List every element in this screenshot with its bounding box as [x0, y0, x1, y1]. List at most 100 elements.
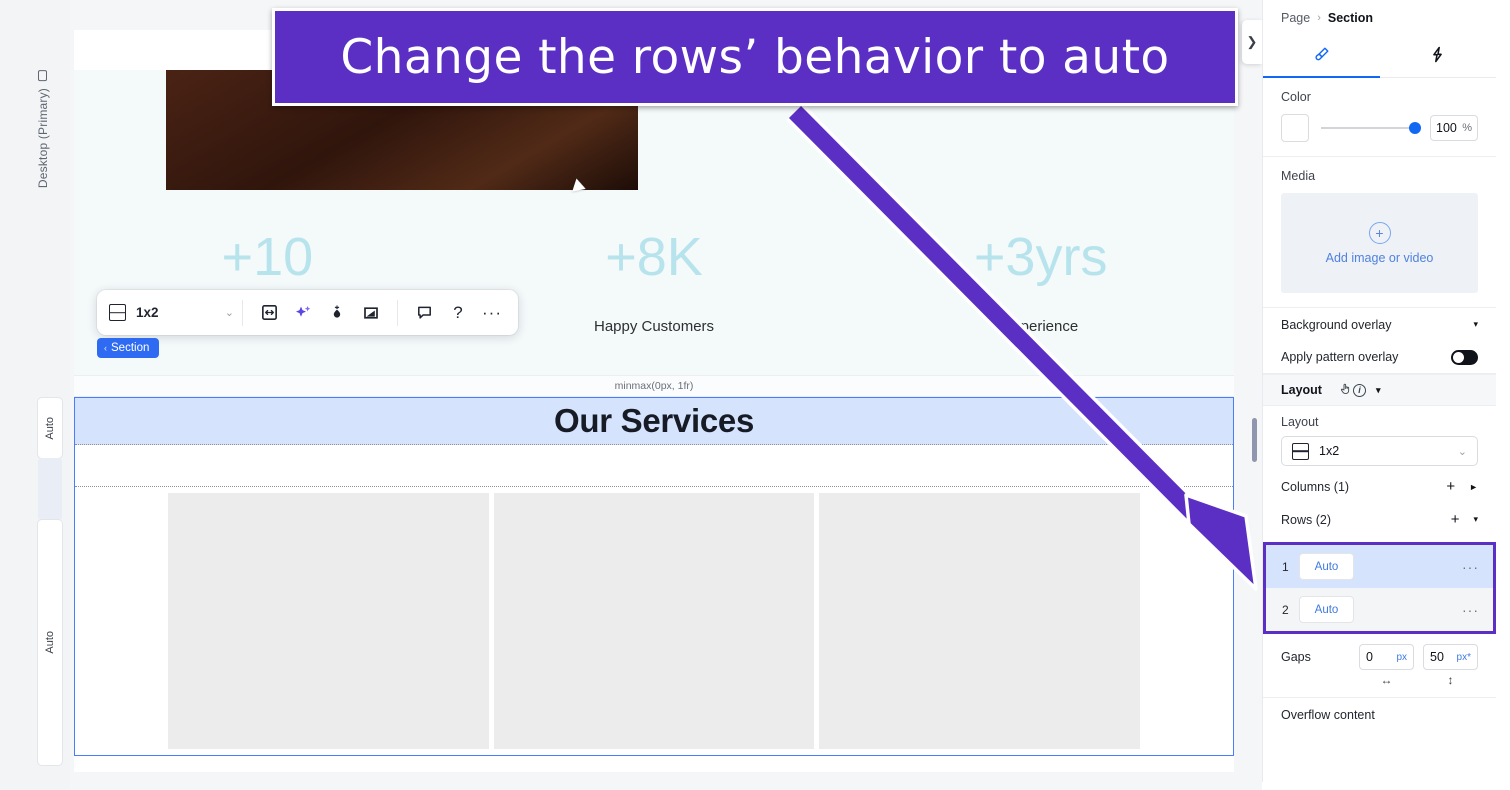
chevron-right-icon[interactable]: ►: [1469, 482, 1478, 492]
column-gap-unit: px: [1396, 651, 1407, 663]
breadcrumb-parent[interactable]: Page: [1281, 11, 1310, 25]
stat-value: +10: [221, 227, 314, 287]
page-preview[interactable]: +10 +8K Happy Customers +3yrs Experience…: [74, 30, 1234, 772]
layout-field-label: Layout: [1281, 415, 1319, 429]
left-rail: Desktop (Primary) Auto Auto: [0, 0, 70, 790]
canvas-stage[interactable]: +10 +8K Happy Customers +3yrs Experience…: [70, 0, 1262, 790]
cursor-pointer-icon: [572, 178, 588, 196]
row-item-1[interactable]: 1 Auto ···: [1266, 545, 1493, 588]
toolbar-tools-group[interactable]: [243, 290, 397, 335]
rows-list-highlighted[interactable]: 1 Auto ··· 2 Auto ···: [1263, 542, 1496, 634]
panel-tabs[interactable]: [1263, 36, 1496, 78]
column-gap-input[interactable]: 0 px: [1359, 644, 1414, 670]
service-card-placeholder[interactable]: [819, 493, 1141, 749]
page-footer-strip: [74, 756, 1234, 772]
row-size-input[interactable]: Auto: [1299, 553, 1354, 580]
chevron-down-icon[interactable]: ▾: [1376, 385, 1381, 396]
stat-value: +3yrs: [973, 227, 1108, 287]
row-index: 2: [1282, 602, 1289, 617]
resize-horizontal-icon[interactable]: [252, 290, 286, 335]
row-gap-input[interactable]: 50 px*: [1423, 644, 1478, 670]
opacity-input[interactable]: 100 %: [1430, 115, 1478, 141]
media-label: Media: [1281, 169, 1316, 183]
section-cards-row[interactable]: [75, 487, 1233, 755]
info-icon[interactable]: i: [1352, 383, 1366, 397]
section-heading-row[interactable]: Our Services: [75, 398, 1233, 445]
canvas-vertical-scrollbar[interactable]: [1252, 418, 1257, 462]
opacity-slider-knob[interactable]: [1409, 122, 1421, 134]
row-handle-1[interactable]: Auto: [38, 398, 62, 458]
help-icon[interactable]: ?: [441, 290, 475, 335]
chevron-right-icon[interactable]: ❯: [1242, 20, 1262, 64]
toolbar-layout-select[interactable]: 1x2 ⌄: [97, 304, 242, 321]
overflow-content-label: Overflow content: [1281, 708, 1375, 722]
toolbar-meta-group[interactable]: ? ···: [398, 290, 518, 335]
breadcrumb[interactable]: Page › Section: [1263, 0, 1496, 36]
color-picker-icon[interactable]: [320, 290, 354, 335]
corner-shape-icon[interactable]: [354, 290, 388, 335]
row-size-input[interactable]: Auto: [1299, 596, 1354, 623]
grid-track-text: minmax(0px, 1fr): [614, 380, 694, 392]
horizontal-gap-icon: ↔: [1380, 673, 1393, 687]
stat-item[interactable]: +8K Happy Customers: [461, 225, 848, 375]
chevron-down-icon: ⌄: [1457, 445, 1467, 458]
add-media-dropzone[interactable]: + Add image or video: [1281, 193, 1478, 293]
opacity-slider[interactable]: [1321, 122, 1421, 134]
color-controls[interactable]: 100 %: [1281, 114, 1478, 142]
hand-pointer-icon: [1338, 381, 1353, 399]
device-label-text: Desktop (Primary): [36, 88, 50, 189]
row-handle-2[interactable]: Auto: [38, 520, 62, 765]
breadcrumb-separator: ›: [1317, 12, 1321, 24]
background-overlay-row[interactable]: Background overlay ▾: [1263, 308, 1496, 341]
toolbar-layout-value: 1x2: [136, 305, 159, 320]
layout-field-block: Layout 1x2 ⌄: [1263, 406, 1496, 466]
selected-section[interactable]: Our Services: [74, 397, 1234, 756]
color-label: Color: [1281, 90, 1311, 104]
color-swatch[interactable]: [1281, 114, 1309, 142]
layout-select-value: 1x2: [1319, 444, 1340, 458]
add-column-button[interactable]: +: [1446, 478, 1455, 495]
overflow-content-row[interactable]: Overflow content: [1263, 697, 1496, 722]
selection-breadcrumb-badge[interactable]: ‹ Section: [97, 338, 160, 358]
gaps-label: Gaps: [1281, 650, 1311, 664]
chevron-down-icon: ⌄: [224, 307, 234, 319]
lightning-icon: [1428, 45, 1447, 69]
ai-sparkle-icon[interactable]: [286, 290, 320, 335]
opacity-unit: %: [1462, 122, 1472, 134]
inspector-panel[interactable]: Page › Section Color 100 % Media + Add i…: [1262, 0, 1496, 782]
instruction-banner: Change the rows’ behavior to auto: [272, 8, 1238, 106]
grid-track-label: minmax(0px, 1fr): [74, 375, 1234, 397]
stat-item[interactable]: +3yrs Experience: [847, 225, 1234, 375]
section-empty-row[interactable]: [75, 445, 1233, 487]
cards-left-spacer: [75, 493, 163, 749]
tab-interactions[interactable]: [1380, 36, 1497, 77]
chevron-down-icon[interactable]: ▾: [1473, 514, 1478, 525]
chevron-left-icon: ‹: [104, 343, 107, 353]
breadcrumb-current: Section: [1327, 11, 1374, 25]
rows-label: Rows (2): [1281, 512, 1332, 527]
service-card-placeholder[interactable]: [493, 493, 815, 749]
row-item-2[interactable]: 2 Auto ···: [1266, 588, 1493, 631]
grid-1x2-icon: [1292, 442, 1309, 460]
layout-section-header[interactable]: Layout i ▾: [1263, 374, 1496, 406]
row-index: 1: [1282, 559, 1289, 574]
rows-row[interactable]: Rows (2) + ▾: [1263, 503, 1496, 536]
stat-value: +8K: [605, 227, 703, 287]
row-more-options-icon[interactable]: ···: [1462, 559, 1479, 575]
more-options-icon[interactable]: ···: [475, 290, 509, 335]
columns-row[interactable]: Columns (1) + ►: [1263, 470, 1496, 503]
media-section: Media + Add image or video: [1263, 157, 1496, 308]
service-card-placeholder[interactable]: [168, 493, 489, 749]
comment-icon[interactable]: [407, 290, 441, 335]
element-toolbar[interactable]: 1x2 ⌄ ? ···: [97, 290, 518, 335]
chevron-down-icon[interactable]: ▾: [1473, 319, 1478, 330]
row-more-options-icon[interactable]: ···: [1462, 602, 1479, 618]
tab-design[interactable]: [1263, 36, 1380, 78]
grid-1x2-icon: [109, 304, 126, 321]
layout-select[interactable]: 1x2 ⌄: [1281, 436, 1478, 466]
pattern-overlay-toggle[interactable]: [1451, 349, 1478, 365]
row-gap-segment[interactable]: [38, 458, 62, 520]
add-row-button[interactable]: +: [1451, 511, 1460, 528]
columns-label: Columns (1): [1281, 479, 1350, 494]
pattern-overlay-row[interactable]: Apply pattern overlay: [1263, 341, 1496, 374]
